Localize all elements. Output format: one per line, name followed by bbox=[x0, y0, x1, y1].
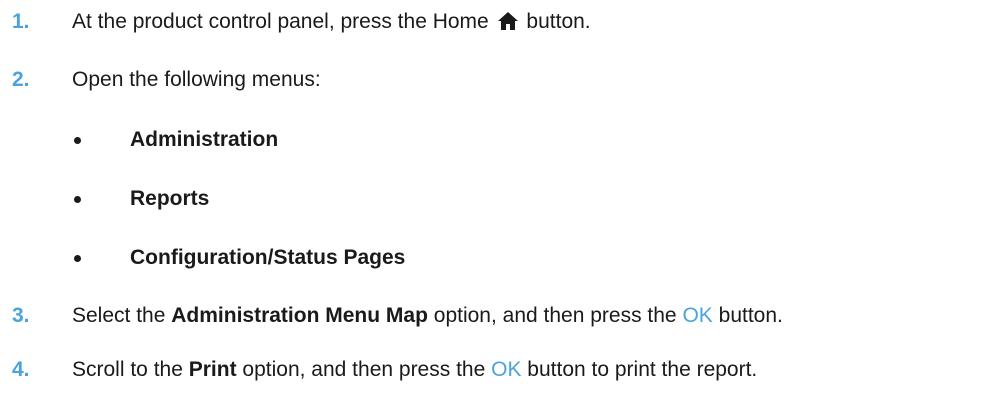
step-text-after: button. bbox=[718, 304, 783, 327]
ok-button-label: OK bbox=[682, 304, 713, 327]
step-number: 2. bbox=[12, 68, 30, 91]
bullet bbox=[74, 195, 81, 203]
step-text: Scroll to the Print option, and then pre… bbox=[72, 358, 757, 382]
menu-item: Reports bbox=[0, 181, 998, 217]
step-text-middle: option, and then press the bbox=[433, 304, 677, 327]
bullet bbox=[74, 136, 81, 144]
step-1: 1. At the product control panel, press t… bbox=[0, 4, 998, 40]
step-text-after: button. bbox=[526, 10, 591, 33]
step-text: Select the Administration Menu Map optio… bbox=[72, 304, 783, 328]
ok-button-label: OK bbox=[491, 358, 522, 381]
menu-label: Administration bbox=[130, 128, 279, 151]
step-3: 3. Select the Administration Menu Map op… bbox=[0, 298, 998, 334]
step-text: At the product control panel, press the … bbox=[72, 10, 591, 34]
step-text-before: At the product control panel, press the … bbox=[72, 10, 489, 33]
menu-option-name: Print bbox=[188, 358, 237, 381]
step-number: 1. bbox=[12, 10, 30, 33]
step-text-before: Scroll to the bbox=[72, 358, 183, 381]
step-4: 4. Scroll to the Print option, and then … bbox=[0, 352, 998, 388]
step-text-after: button to print the report. bbox=[527, 358, 758, 381]
menu-label: Configuration/Status Pages bbox=[130, 246, 406, 269]
home-icon bbox=[497, 12, 518, 30]
step-text: Open the following menus: bbox=[72, 68, 321, 91]
menu-label: Reports bbox=[130, 187, 210, 210]
step-2: 2. Open the following menus: bbox=[0, 62, 998, 98]
bullet bbox=[74, 254, 81, 262]
step-number: 3. bbox=[12, 304, 30, 327]
menu-item: Administration bbox=[0, 122, 998, 158]
menu-option-name: Administration Menu Map bbox=[171, 304, 428, 327]
step-text-before: Select the bbox=[72, 304, 166, 327]
menu-item: Configuration/Status Pages bbox=[0, 240, 998, 276]
step-number: 4. bbox=[12, 358, 30, 381]
step-text-middle: option, and then press the bbox=[242, 358, 486, 381]
